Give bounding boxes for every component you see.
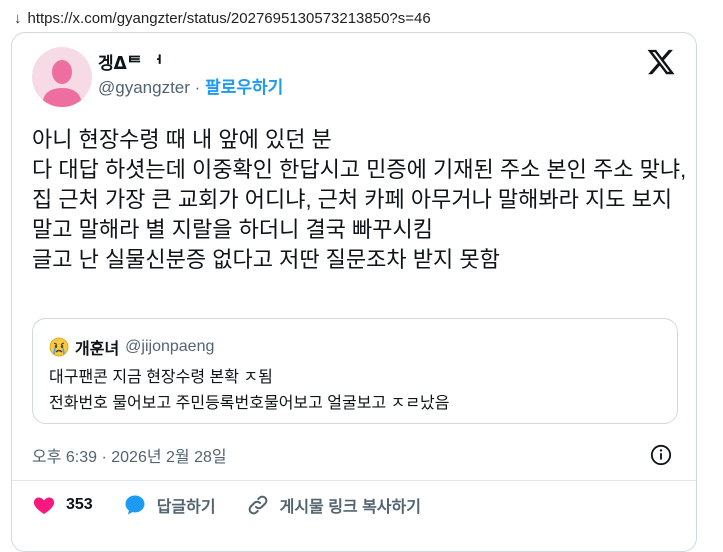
author-block: 겡ᐃᄐ ᅥ @gyangzter · 팔로우하기 <box>98 52 283 100</box>
x-logo-icon[interactable] <box>646 47 676 77</box>
like-button[interactable]: 353 <box>32 493 93 517</box>
heart-icon <box>33 497 55 514</box>
url-text[interactable]: https://x.com/gyangzter/status/202769513… <box>28 10 431 27</box>
quote-display-name[interactable]: 개훈녀 <box>75 335 119 359</box>
reply-label: 답글하기 <box>156 499 216 516</box>
quote-header: 개훈녀 @jijonpaeng <box>49 335 214 359</box>
info-icon[interactable] <box>650 444 672 466</box>
action-bar: 353 답글하기 게시물 링크 복사하기 <box>32 493 451 517</box>
copy-link-button[interactable]: 게시물 링크 복사하기 <box>246 493 421 517</box>
handle[interactable]: @gyangzter <box>98 78 190 97</box>
download-arrow-icon: ↓ <box>14 9 22 27</box>
reply-bubble-icon <box>125 495 145 515</box>
follow-button[interactable]: 팔로우하기 <box>205 78 283 97</box>
timestamp[interactable]: 오후 6:39 · 2026년 2월 28일 <box>32 443 227 467</box>
quote-text: 대구팬콘 지금 현장수령 본확 ㅈ됨 전화번호 물어보고 주민등록번호물어보고 … <box>49 369 450 412</box>
like-count: 353 <box>66 496 93 513</box>
tweet-card: 겡ᐃᄐ ᅥ @gyangzter · 팔로우하기 아니 현장수령 때 내 앞에 … <box>11 32 697 552</box>
person-icon <box>42 60 82 107</box>
link-icon <box>248 495 267 515</box>
separator: · <box>194 78 201 97</box>
quote-handle[interactable]: @jijonpaeng <box>125 338 214 356</box>
display-name[interactable]: 겡ᐃᄐ ᅥ <box>98 52 283 76</box>
avatar[interactable] <box>32 47 92 107</box>
crying-face-icon <box>49 337 69 357</box>
address-bar[interactable]: ↓ https://x.com/gyangzter/status/2027695… <box>14 6 431 30</box>
handle-row: @gyangzter · 팔로우하기 <box>98 76 283 100</box>
quoted-tweet[interactable]: 개훈녀 @jijonpaeng 대구팬콘 지금 현장수령 본확 ㅈ됨 전화번호 … <box>32 318 678 424</box>
copy-link-label: 게시물 링크 복사하기 <box>279 499 421 516</box>
reply-button[interactable]: 답글하기 <box>123 493 216 517</box>
divider <box>12 480 696 481</box>
tweet-text: 아니 현장수령 때 내 앞에 있던 분 다 대답 하셧는데 이중확인 한답시고 … <box>32 127 687 272</box>
